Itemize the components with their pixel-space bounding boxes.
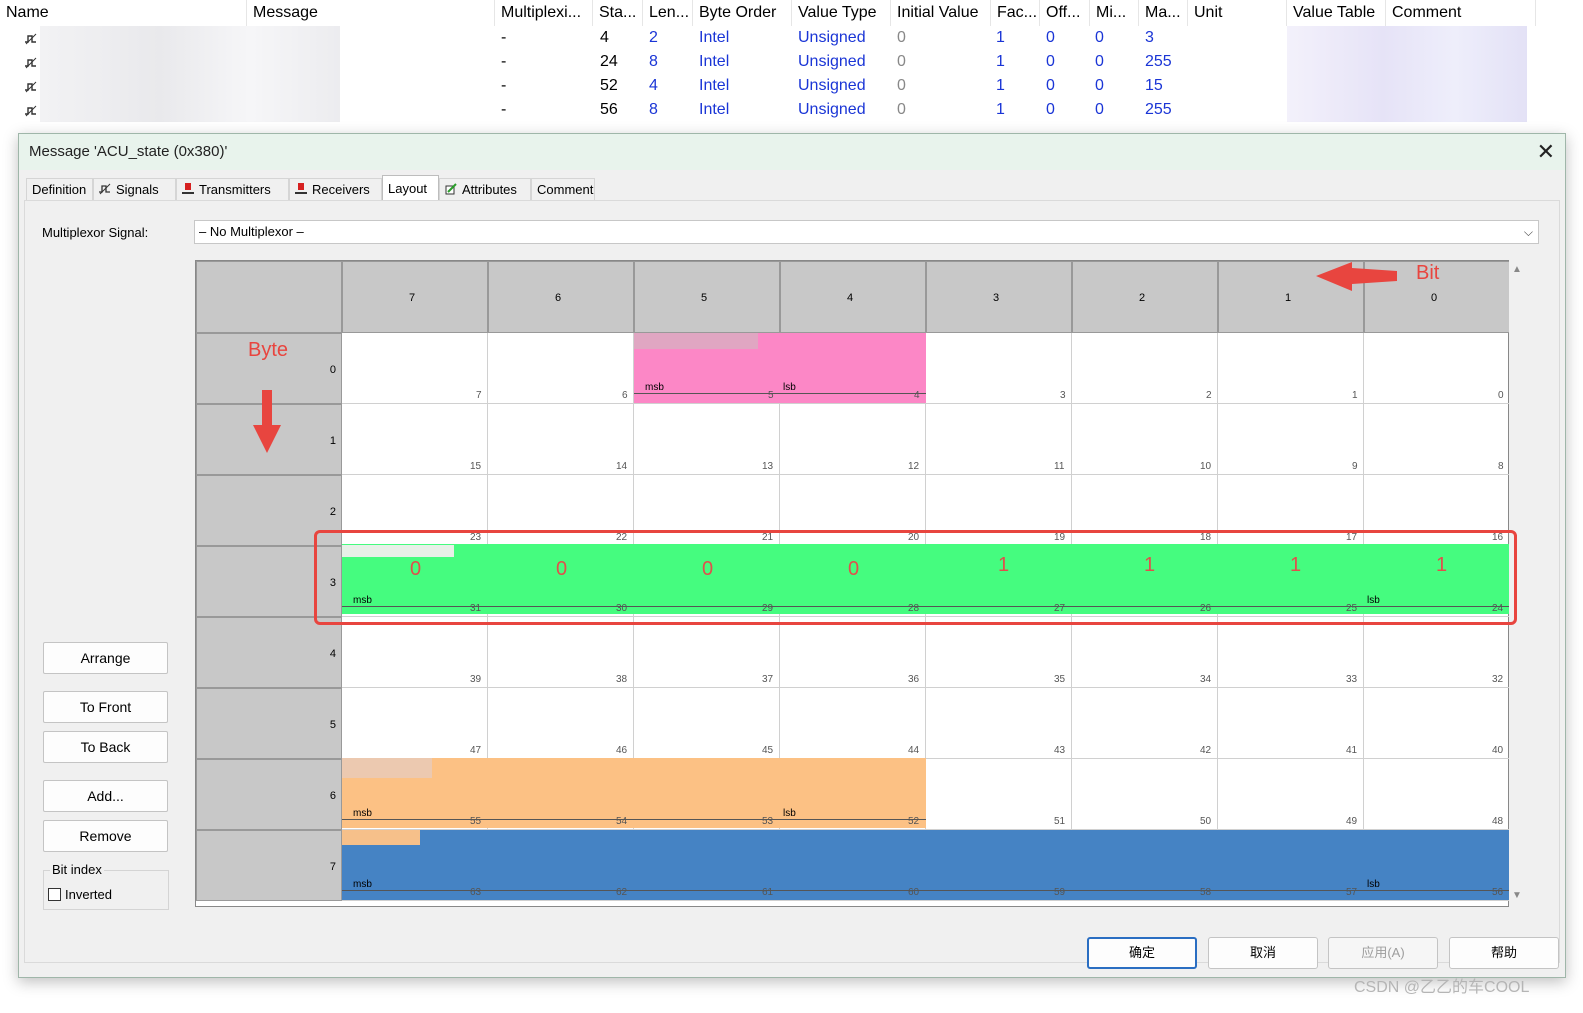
- bit-arrow-icon: [1316, 262, 1397, 291]
- byte-arrow-icon: [253, 390, 281, 453]
- watermark: CSDN @乙乙的车COOL: [1354, 979, 1530, 996]
- annotation-overlay: [253, 262, 1397, 453]
- byte-annotation-label: Byte: [248, 339, 289, 361]
- highlight-box: [314, 530, 1517, 625]
- bit-annotation-label: Bit: [1416, 262, 1440, 284]
